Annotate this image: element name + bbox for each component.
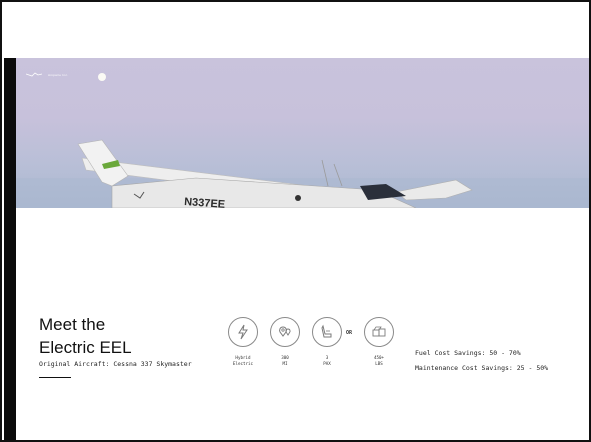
moon	[98, 73, 106, 81]
feature-label: 3 PAX	[323, 355, 331, 366]
page-title: Meet the Electric EEL	[39, 313, 132, 359]
feature-hybrid: Hybrid Electric	[226, 317, 260, 367]
maintenance-savings-text: Maintenance Cost Savings: 25 - 50%	[415, 364, 549, 372]
feature-range: 300 MI	[268, 317, 302, 367]
slide: N337EE Ampaire Inc. Meet the Electric EE…	[0, 0, 591, 442]
or-label: OR	[346, 330, 353, 336]
map-pin-icon	[270, 317, 300, 347]
bird-logo-icon	[26, 72, 42, 77]
fuel-savings-text: Fuel Cost Savings: 50 - 70%	[415, 349, 521, 357]
feature-seats: 3 PAX	[310, 317, 344, 367]
lightning-icon	[228, 317, 258, 347]
cargo-box-icon	[364, 317, 394, 347]
aircraft-photo: N337EE	[16, 73, 589, 208]
feature-label: Hybrid Electric	[232, 355, 254, 366]
title-line-2: Electric EEL	[39, 338, 132, 357]
left-accent-bar	[4, 58, 16, 440]
title-line-1: Meet the	[39, 315, 106, 334]
feature-label: 300 MI	[281, 355, 289, 366]
feature-cargo: 450+ LBS	[362, 317, 396, 367]
title-underline	[39, 377, 71, 378]
original-aircraft-text: Original Aircraft: Cessna 337 Skymaster	[39, 360, 192, 368]
brand-logo: Ampaire Inc.	[26, 72, 68, 78]
seat-icon	[312, 317, 342, 347]
cost-savings: Fuel Cost Savings: 50 - 70% Maintenance …	[415, 346, 548, 376]
feature-label: 450+ LBS	[373, 355, 385, 366]
tail-number: N337EE	[184, 196, 226, 208]
feature-icons: Hybrid Electric 300 MI 3 PAX OR 450+ LBS	[226, 317, 406, 377]
hero-image: N337EE	[16, 58, 589, 208]
brand-text: Ampaire Inc.	[48, 73, 69, 77]
